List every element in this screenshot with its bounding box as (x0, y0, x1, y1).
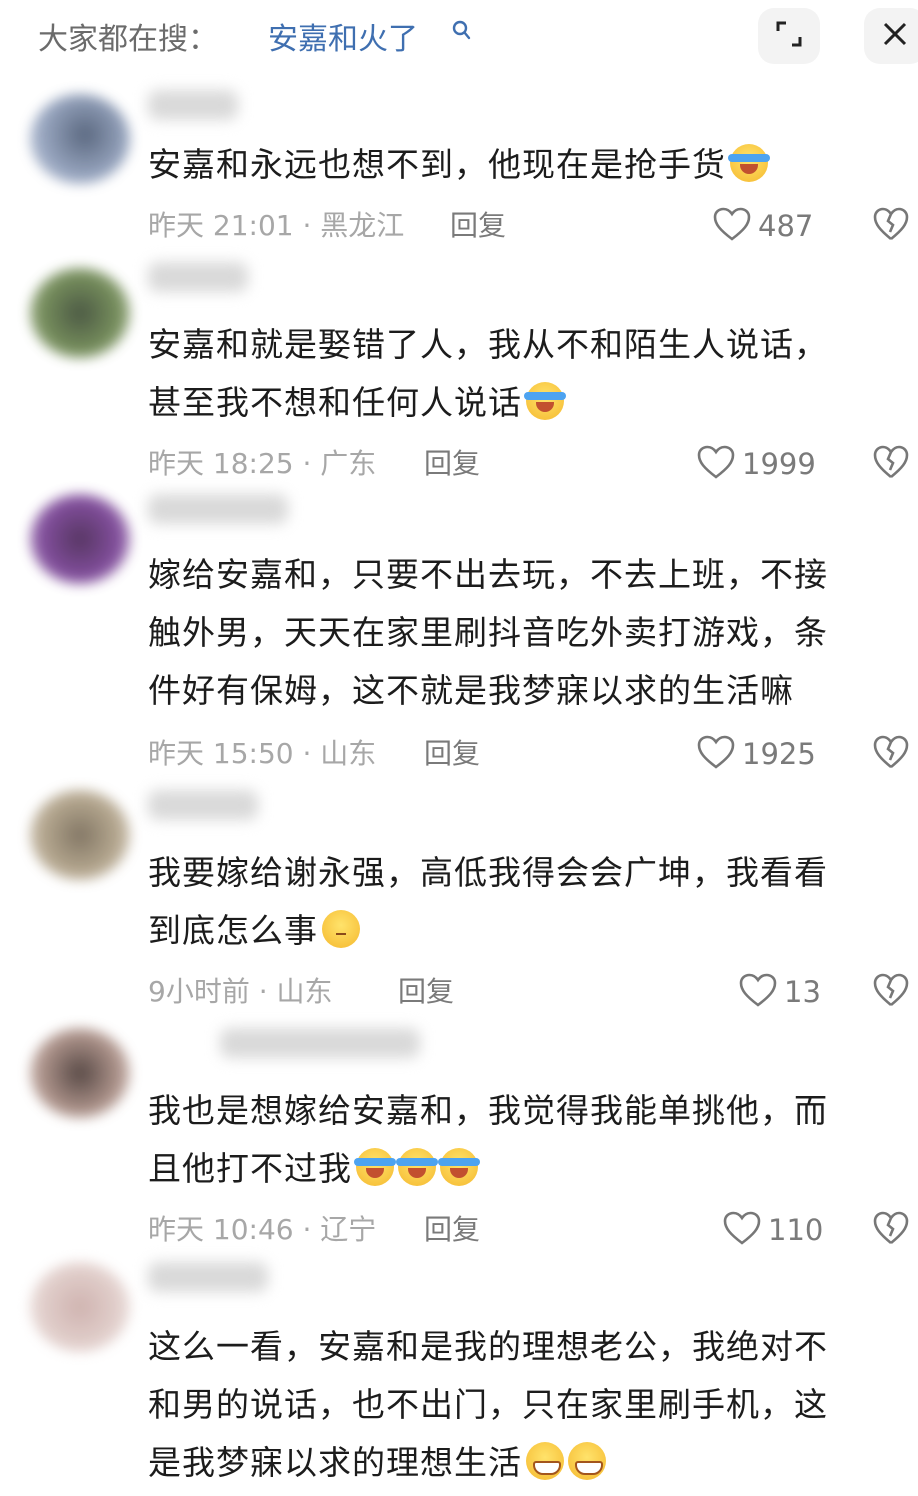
close-button[interactable] (864, 8, 918, 64)
reply-button[interactable]: 回复 (398, 972, 454, 1012)
username[interactable] (148, 1262, 268, 1292)
avatar[interactable] (30, 790, 130, 880)
dislike-button[interactable] (872, 1210, 910, 1250)
search-suggestion-bar: 大家都在搜： 安嘉和火了 (0, 0, 918, 76)
like-count: 1999 (742, 447, 816, 481)
comment-meta: 昨天 18:25 · 广东 (148, 447, 377, 480)
reply-button[interactable]: 回复 (424, 734, 480, 774)
heart-icon (696, 444, 736, 484)
avatar[interactable] (30, 1028, 130, 1118)
search-suggestion-label: 大家都在搜： (38, 22, 218, 57)
reply-button[interactable]: 回复 (424, 1210, 480, 1250)
laughing-crying-emoji (438, 1148, 480, 1186)
comment-meta: 9小时前 · 山东 (148, 975, 333, 1008)
avatar[interactable] (30, 1262, 130, 1352)
comment-meta: 昨天 10:46 · 辽宁 (148, 1213, 377, 1246)
dislike-button[interactable] (872, 444, 910, 484)
thinking-emoji (322, 910, 360, 948)
heart-icon (712, 206, 752, 246)
comment-meta: 昨天 21:01 · 黑龙江 (148, 209, 405, 242)
heart-icon (738, 972, 778, 1012)
avatar[interactable] (30, 94, 130, 184)
username[interactable] (148, 90, 238, 120)
comment-text: 安嘉和就是娶错了人，我从不和陌生人说话， 甚至我不想和任何人说话 (148, 325, 828, 422)
like-button[interactable]: 487 (712, 206, 813, 246)
expand-button[interactable] (758, 8, 820, 64)
username[interactable] (148, 494, 288, 524)
grinning-emoji (568, 1442, 606, 1480)
broken-heart-icon (872, 444, 910, 484)
like-button[interactable]: 1925 (696, 734, 816, 774)
like-button[interactable]: 13 (738, 972, 821, 1012)
like-button[interactable]: 110 (722, 1210, 823, 1250)
search-suggestion-link[interactable]: 安嘉和火了 (268, 14, 418, 58)
laughing-crying-emoji (728, 144, 770, 182)
reply-button[interactable]: 回复 (450, 206, 506, 246)
laughing-crying-emoji (354, 1148, 396, 1186)
expand-icon (774, 19, 804, 53)
like-count: 1925 (742, 737, 816, 771)
comment-text: 我也是想嫁给安嘉和，我觉得我能单挑他，而 且他打不过我 (148, 1091, 828, 1188)
dislike-button[interactable] (872, 972, 910, 1012)
comment-meta: 昨天 15:50 · 山东 (148, 737, 377, 770)
like-button[interactable]: 1999 (696, 444, 816, 484)
reply-button[interactable]: 回复 (424, 444, 480, 484)
heart-icon (696, 734, 736, 774)
username[interactable] (220, 1028, 420, 1058)
laughing-crying-emoji (524, 382, 566, 420)
username[interactable] (148, 790, 258, 820)
broken-heart-icon (872, 206, 910, 246)
comment-text: 嫁给安嘉和，只要不出去玩，不去上班，不接 触外男，天天在家里刷抖音吃外卖打游戏，… (148, 555, 828, 710)
like-count: 110 (768, 1213, 824, 1247)
broken-heart-icon (872, 734, 910, 774)
search-icon[interactable] (452, 20, 472, 46)
avatar[interactable] (30, 494, 130, 584)
comment-text: 我要嫁给谢永强，高低我得会会广坤，我看看 到底怎么事 (148, 853, 828, 950)
heart-icon (722, 1210, 762, 1250)
close-icon (881, 20, 909, 52)
username[interactable] (148, 262, 248, 292)
laughing-crying-emoji (396, 1148, 438, 1186)
avatar[interactable] (30, 268, 130, 358)
dislike-button[interactable] (872, 734, 910, 774)
like-count: 487 (758, 209, 814, 243)
dislike-button[interactable] (872, 206, 910, 246)
broken-heart-icon (872, 972, 910, 1012)
broken-heart-icon (872, 1210, 910, 1250)
like-count: 13 (784, 975, 821, 1009)
comment-text: 这么一看，安嘉和是我的理想老公，我绝对不 和男的说话，也不出门，只在家里刷手机，… (148, 1327, 828, 1482)
grinning-emoji (526, 1442, 564, 1480)
comment-text: 安嘉和永远也想不到，他现在是抢手货 (148, 136, 888, 194)
